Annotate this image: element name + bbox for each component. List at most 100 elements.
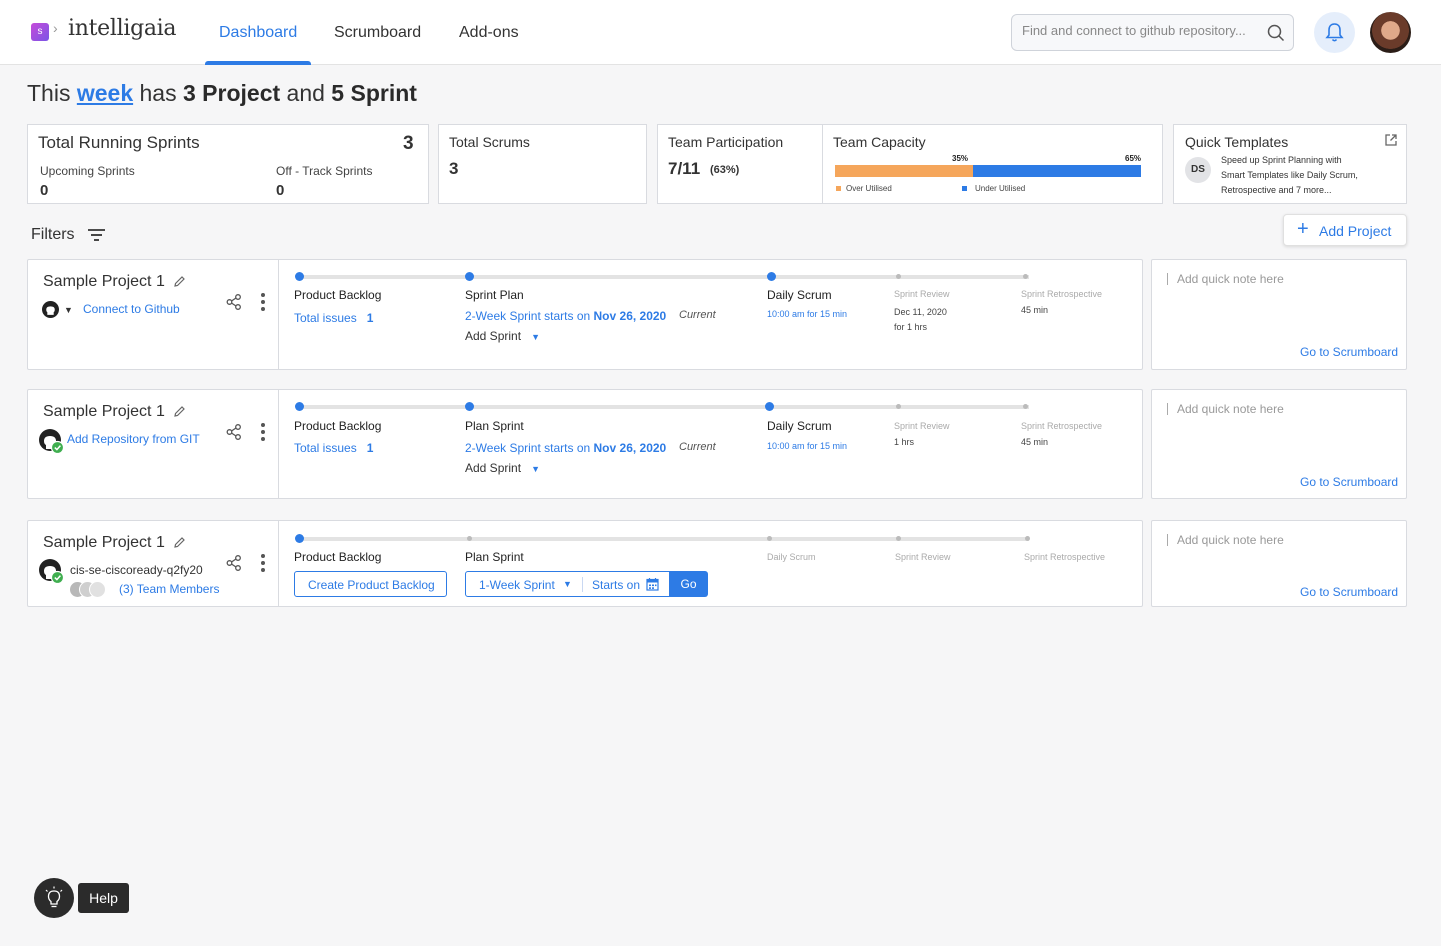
edit-pencil-icon[interactable] bbox=[173, 405, 186, 418]
caret-down-icon: ▼ bbox=[531, 464, 540, 474]
tab-add-ons[interactable]: Add-ons bbox=[459, 24, 519, 42]
search-icon[interactable] bbox=[1267, 24, 1285, 42]
stage-dot-retro bbox=[1023, 274, 1028, 279]
create-backlog-button[interactable]: Create Product Backlog bbox=[294, 571, 447, 597]
more-options-icon[interactable] bbox=[260, 553, 266, 573]
add-sprint-dropdown[interactable]: Add Sprint ▼ bbox=[465, 329, 540, 343]
over-utilised-bar bbox=[835, 165, 973, 177]
external-link-icon[interactable] bbox=[1384, 133, 1398, 147]
go-to-scrumboard-link[interactable]: Go to Scrumboard bbox=[1300, 585, 1398, 599]
stage-dot-sprint-plan bbox=[465, 272, 474, 281]
stage-label-plan-sprint: Plan Sprint bbox=[465, 550, 524, 564]
select-divider bbox=[582, 577, 583, 592]
total-issues-link[interactable]: Total issues 1 bbox=[294, 311, 373, 325]
templates-line-3: Retrospective and 7 more... bbox=[1221, 185, 1332, 195]
active-tab-indicator bbox=[205, 61, 311, 65]
share-icon[interactable] bbox=[225, 554, 243, 572]
running-sprints-count: 3 bbox=[403, 133, 414, 154]
caret-down-icon[interactable]: ▼ bbox=[563, 579, 572, 589]
scrum-time[interactable]: 10:00 am for 15 min bbox=[767, 441, 847, 451]
share-icon[interactable] bbox=[225, 293, 243, 311]
stage-label-backlog: Product Backlog bbox=[294, 550, 382, 564]
retro-duration: 45 min bbox=[1021, 437, 1049, 447]
participation-value: 7/11 bbox=[668, 159, 701, 178]
tab-dashboard[interactable]: Dashboard bbox=[219, 24, 297, 42]
over-legend-swatch bbox=[836, 186, 841, 191]
stage-dot-daily-scrum bbox=[765, 402, 774, 411]
go-to-scrumboard-link[interactable]: Go to Scrumboard bbox=[1300, 475, 1398, 489]
quick-note-input[interactable]: Add quick note here bbox=[1177, 402, 1284, 416]
github-dropdown-caret-icon[interactable]: ▼ bbox=[64, 305, 73, 315]
templates-line-2: Smart Templates like Daily Scrum, bbox=[1221, 170, 1358, 180]
add-sprint-dropdown[interactable]: Add Sprint ▼ bbox=[465, 461, 540, 475]
stage-label-review: Sprint Review bbox=[894, 289, 950, 299]
under-legend-label: Under Utilised bbox=[975, 184, 1026, 193]
quick-templates-card[interactable]: Quick Templates DS Speed up Sprint Plann… bbox=[1173, 124, 1407, 204]
tab-scrumboard[interactable]: Scrumboard bbox=[334, 24, 421, 42]
more-options-icon[interactable] bbox=[260, 292, 266, 312]
add-project-button[interactable]: + Add Project bbox=[1283, 214, 1407, 246]
help-tooltip: Help bbox=[78, 883, 129, 913]
total-scrums-card: Total Scrums 3 bbox=[438, 124, 647, 204]
quick-note-input[interactable]: Add quick note here bbox=[1177, 533, 1284, 547]
team-stats-card: Team Participation 7/11 (63%) Team Capac… bbox=[657, 124, 1163, 204]
go-button[interactable]: Go bbox=[669, 571, 708, 597]
stage-dot-daily-scrum bbox=[767, 272, 776, 281]
review-date: Dec 11, 2020 bbox=[894, 307, 947, 317]
current-sprint-tag: Current bbox=[679, 309, 716, 321]
stage-dot-backlog bbox=[295, 402, 304, 411]
app-name[interactable]: intelligaia bbox=[68, 16, 177, 41]
add-repository-link[interactable]: Add Repository from GIT bbox=[67, 432, 200, 446]
go-to-scrumboard-link[interactable]: Go to Scrumboard bbox=[1300, 345, 1398, 359]
user-avatar[interactable] bbox=[1370, 12, 1411, 53]
calendar-icon[interactable] bbox=[646, 577, 659, 591]
repository-name[interactable]: cis-se-ciscoready-q2fy20 bbox=[70, 563, 203, 577]
templates-line-1: Speed up Sprint Planning with bbox=[1221, 155, 1342, 165]
week-link[interactable]: week bbox=[77, 80, 133, 106]
sprint-start-link[interactable]: 2-Week Sprint starts on Nov 26, 2020 bbox=[465, 309, 666, 323]
stage-label-plan-sprint: Plan Sprint bbox=[465, 419, 524, 433]
stage-label-backlog: Product Backlog bbox=[294, 419, 382, 433]
edit-pencil-icon[interactable] bbox=[173, 275, 186, 288]
total-issues-link[interactable]: Total issues 1 bbox=[294, 441, 373, 455]
filters-button[interactable]: Filters bbox=[31, 226, 105, 244]
github-search-input[interactable] bbox=[1022, 23, 1262, 38]
notifications-button[interactable] bbox=[1314, 12, 1355, 53]
starts-on-picker[interactable]: Starts on bbox=[592, 578, 640, 592]
project-info: Sample Project 1 ▼ Connect to Github bbox=[28, 260, 279, 369]
github-icon bbox=[42, 301, 59, 318]
under-utilised-bar bbox=[973, 165, 1141, 177]
quick-note-input[interactable]: Add quick note here bbox=[1177, 272, 1284, 286]
running-sprints-title: Total Running Sprints bbox=[38, 133, 200, 152]
retro-duration: 45 min bbox=[1021, 305, 1049, 315]
project-card: Sample Project 1 ▼ Connect to Github Pro… bbox=[27, 259, 1143, 370]
member-avatar bbox=[89, 581, 106, 598]
over-legend-label: Over Utilised bbox=[846, 184, 892, 193]
stage-label-retro: Sprint Retrospective bbox=[1024, 552, 1106, 562]
scrum-time[interactable]: 10:00 am for 15 min bbox=[767, 309, 847, 319]
sprint-length-select[interactable]: 1-Week Sprint bbox=[479, 578, 555, 592]
help-button[interactable] bbox=[34, 878, 74, 918]
github-search-box[interactable] bbox=[1011, 14, 1294, 51]
filters-label: Filters bbox=[31, 226, 75, 243]
lightbulb-icon bbox=[45, 886, 63, 908]
add-project-label: Add Project bbox=[1319, 223, 1392, 239]
create-backlog-label: Create Product Backlog bbox=[308, 578, 435, 592]
page-headline: This week has 3 Project and 5 Sprint bbox=[27, 80, 417, 106]
stage-label-sprint-plan: Sprint Plan bbox=[465, 288, 524, 302]
more-options-icon[interactable] bbox=[260, 422, 266, 442]
edit-pencil-icon[interactable] bbox=[173, 536, 186, 549]
sprint-start-link[interactable]: 2-Week Sprint starts on Nov 26, 2020 bbox=[465, 441, 666, 455]
stage-dot-retro bbox=[1025, 536, 1030, 541]
app-logo-icon[interactable]: s bbox=[31, 23, 49, 41]
team-members-link[interactable]: (3) Team Members bbox=[119, 582, 219, 596]
stage-dot-backlog bbox=[295, 272, 304, 281]
stage-dot-daily-scrum bbox=[767, 536, 772, 541]
capacity-title: Team Capacity bbox=[833, 134, 926, 150]
connect-github-link[interactable]: Connect to Github bbox=[83, 302, 180, 316]
offtrack-sprints-count: 0 bbox=[276, 182, 285, 199]
quick-note-card: Add quick note here Go to Scrumboard bbox=[1151, 389, 1407, 499]
progress-track bbox=[301, 405, 1029, 409]
share-icon[interactable] bbox=[225, 423, 243, 441]
running-sprints-card: Total Running Sprints 3 Upcoming Sprints… bbox=[27, 124, 429, 204]
